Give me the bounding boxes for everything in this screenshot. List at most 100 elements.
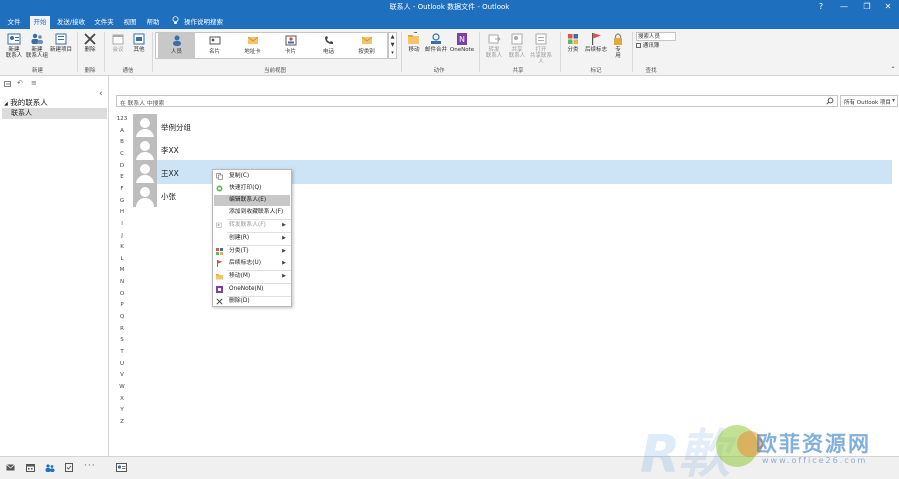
index-letter[interactable]: 123 xyxy=(116,116,128,122)
minimize-button[interactable]: — xyxy=(833,0,855,14)
more-apps-icon[interactable]: ··· xyxy=(84,461,96,471)
index-letter[interactable]: Y xyxy=(116,407,128,413)
index-letter[interactable]: S xyxy=(116,337,128,343)
contact-row-example-group[interactable]: 举例分组 xyxy=(133,114,892,138)
index-letter[interactable]: C xyxy=(116,151,128,157)
tab-view[interactable]: 视图 xyxy=(121,16,139,29)
tab-folder[interactable]: 文件夹 xyxy=(92,16,116,29)
people-icon[interactable] xyxy=(45,464,55,474)
private-button[interactable]: 专 用 xyxy=(610,32,626,59)
index-letter[interactable]: D xyxy=(116,163,128,169)
menu-edit-contact[interactable]: 编辑联系人(E) xyxy=(214,195,290,206)
menu-followup[interactable]: 后续标志(U) ▶ xyxy=(214,258,290,269)
index-letter[interactable]: A xyxy=(116,128,128,134)
forward-contact-button[interactable]: 转发 联系人 xyxy=(482,32,506,59)
folder-sync-icon[interactable] xyxy=(4,80,12,88)
index-letter[interactable]: M xyxy=(116,267,128,273)
menu-copy[interactable]: 复制(C) xyxy=(214,171,290,182)
index-letter[interactable]: N xyxy=(116,279,128,285)
menu-categorize[interactable]: 分类(T) ▶ xyxy=(214,246,290,257)
index-letter[interactable]: E xyxy=(116,174,128,180)
index-letter[interactable]: H xyxy=(116,209,128,215)
menu-add-to-favorites[interactable]: 添加到收藏联系人(F) xyxy=(214,207,290,218)
help-button[interactable]: ? xyxy=(810,0,832,14)
contact-row-li[interactable]: 李XX xyxy=(133,137,892,161)
followup-button[interactable]: 后续标志 xyxy=(583,32,609,53)
open-shared-label: 打开 共享联系人 xyxy=(529,47,552,65)
view-card[interactable]: 卡片 xyxy=(272,33,309,58)
menu-onenote[interactable]: OneNote(N) xyxy=(214,284,290,295)
contact-name: 李XX xyxy=(161,146,179,155)
new-items-button[interactable]: 新建项目 xyxy=(49,32,73,53)
search-icon[interactable] xyxy=(826,97,834,107)
customize-toolbar-icon[interactable]: ≡ xyxy=(31,79,39,87)
index-letter[interactable]: V xyxy=(116,372,128,378)
menu-add-to-favorites-label: 添加到收藏联系人(F) xyxy=(229,209,284,215)
group-divider xyxy=(560,32,561,72)
index-letter[interactable]: P xyxy=(116,302,128,308)
delete-button[interactable]: 删除 xyxy=(80,32,100,53)
index-letter[interactable]: I xyxy=(116,221,128,227)
tell-me-search[interactable]: 操作说明搜索 xyxy=(184,16,224,29)
index-letter[interactable]: O xyxy=(116,291,128,297)
submenu-arrow-icon: ▶ xyxy=(282,222,286,228)
new-contact-button[interactable]: 新建 联系人 xyxy=(3,32,25,59)
close-button[interactable]: ✕ xyxy=(877,0,899,14)
mail-icon[interactable] xyxy=(6,464,15,473)
menu-create[interactable]: 创建(R) ▶ xyxy=(214,233,290,244)
index-letter[interactable]: R xyxy=(116,326,128,332)
index-letter[interactable]: F xyxy=(116,186,128,192)
lock-icon xyxy=(614,33,622,45)
index-letter[interactable]: G xyxy=(116,198,128,204)
index-letter[interactable]: U xyxy=(116,361,128,367)
index-letter[interactable]: T xyxy=(116,349,128,355)
search-people-input[interactable]: 搜索人员 xyxy=(636,32,676,41)
tab-home[interactable]: 开始 xyxy=(30,16,50,29)
view-gallery-scroll[interactable]: ▲ ▼ ▾ xyxy=(388,32,397,59)
view-people[interactable]: 人员 xyxy=(158,33,195,58)
view-business-card[interactable]: 名片 xyxy=(196,33,233,58)
meeting-button[interactable]: 会议 xyxy=(108,32,128,53)
index-letter[interactable]: L xyxy=(116,256,128,262)
index-letter[interactable]: Z xyxy=(116,419,128,425)
new-contact-group-button[interactable]: 新建 联系人组 xyxy=(26,32,48,59)
view-by-category[interactable]: 按类别 xyxy=(348,33,385,58)
menu-forward-contact[interactable]: 转发联系人(F) ▶ xyxy=(214,220,290,231)
index-letter[interactable]: J xyxy=(116,233,128,239)
index-letter[interactable]: X xyxy=(116,396,128,402)
collapse-ribbon-button[interactable]: ⌃ xyxy=(889,67,897,73)
index-letter[interactable]: W xyxy=(116,384,128,390)
undo-icon[interactable]: ↶ xyxy=(17,79,25,87)
menu-quick-print[interactable]: 快速打印(Q) xyxy=(214,183,290,194)
tasks-icon[interactable] xyxy=(65,463,73,474)
index-letter[interactable]: K xyxy=(116,244,128,250)
address-book-button[interactable]: 通讯簿 xyxy=(636,43,676,49)
mail-merge-button[interactable]: 邮件合并 xyxy=(424,32,448,53)
menu-move[interactable]: 移动(M) ▶ xyxy=(214,271,290,282)
envelope-icon xyxy=(247,36,258,44)
view-phone[interactable]: 电话 xyxy=(310,33,347,58)
tab-file[interactable]: 文件 xyxy=(4,16,24,29)
group-divider xyxy=(104,32,105,72)
search-scope-dropdown[interactable]: 所有 Outlook 项目 ▾ xyxy=(840,95,898,107)
collapse-pane-button[interactable]: ‹ xyxy=(99,89,103,99)
categorize-button[interactable]: 分类 xyxy=(563,32,583,53)
menu-delete[interactable]: 删除(D) xyxy=(214,296,290,307)
contact-card-view-icon[interactable] xyxy=(116,463,127,474)
folder-contacts[interactable]: 联系人 xyxy=(2,108,107,119)
onenote-button[interactable]: N OneNote xyxy=(449,32,475,53)
more-button[interactable]: 其他 xyxy=(129,32,149,53)
open-shared-contacts-button[interactable]: 打开 共享联系人 xyxy=(528,32,554,65)
index-letter[interactable]: Q xyxy=(116,314,128,320)
move-button[interactable]: 移动 xyxy=(404,32,424,53)
chevron-down-icon: ▼ xyxy=(390,42,395,48)
search-contacts-input[interactable]: 在 联系人 中搜索 xyxy=(116,95,838,107)
share-contacts-button[interactable]: 共享 联系人 xyxy=(506,32,528,59)
tab-help[interactable]: 帮助 xyxy=(144,16,162,29)
tab-send-receive[interactable]: 发送/接收 xyxy=(56,16,86,29)
my-contacts-header[interactable]: ◢ 我的联系人 xyxy=(4,97,48,108)
restore-button[interactable]: ❐ xyxy=(856,0,878,14)
view-address-card[interactable]: 地址卡 xyxy=(234,33,271,58)
index-letter[interactable]: B xyxy=(116,139,128,145)
calendar-icon[interactable] xyxy=(26,464,35,474)
